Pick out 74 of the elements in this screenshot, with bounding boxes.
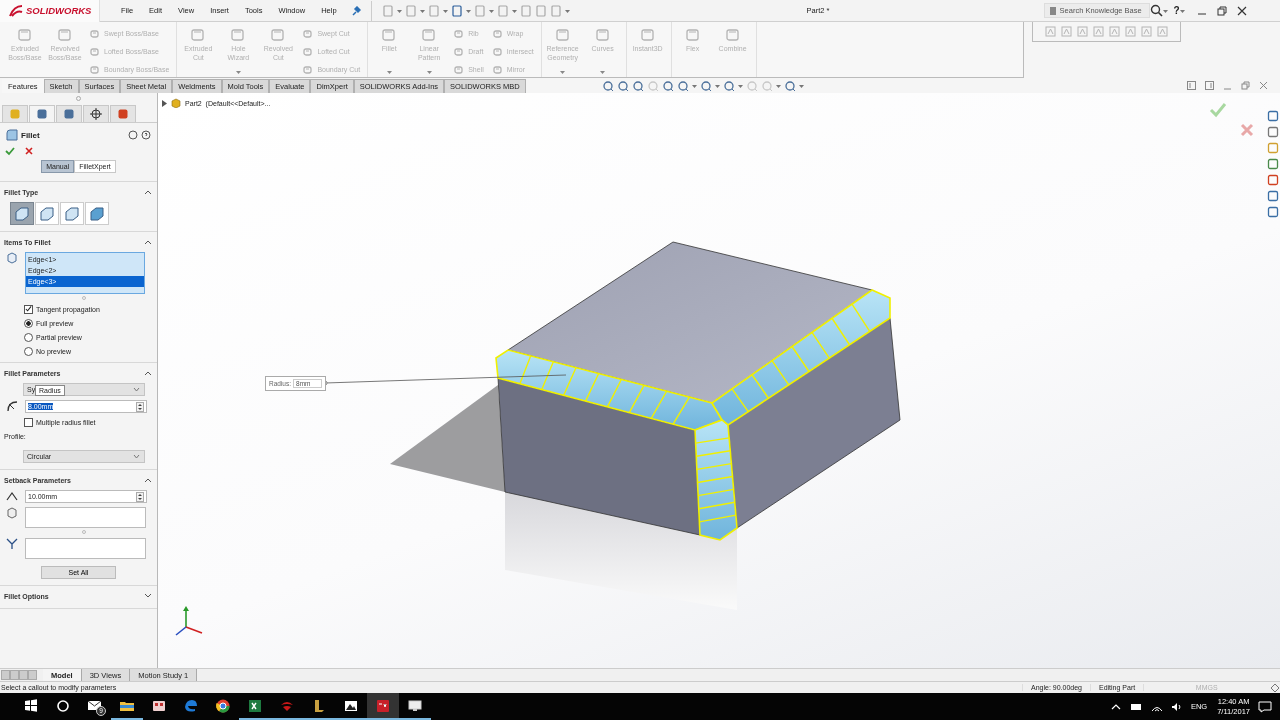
command-icon	[453, 45, 466, 58]
command-icon	[302, 45, 315, 58]
radius-icon	[6, 400, 18, 412]
command-icon	[724, 27, 741, 43]
fillet-type-icon	[14, 205, 30, 222]
spinner-icon[interactable]	[136, 491, 144, 502]
help-button[interactable]: ?	[1173, 5, 1180, 16]
checkbox[interactable]	[24, 417, 33, 427]
vertex-icon	[6, 507, 18, 519]
radio-button[interactable]	[24, 318, 33, 328]
fillet-type-icon	[64, 205, 80, 222]
command-icon	[57, 27, 73, 43]
command-icon	[190, 27, 207, 43]
part-model-drawing[interactable]	[390, 241, 901, 610]
ds-logo-icon	[8, 3, 24, 18]
expand-arrow-icon[interactable]	[162, 99, 167, 107]
command-icon	[684, 27, 701, 43]
edge-icon	[6, 252, 18, 264]
checkbox[interactable]	[24, 304, 33, 314]
book-icon	[1048, 5, 1057, 16]
app-logo: SOLIDWORKS	[26, 5, 92, 16]
fillet-type-icon	[89, 205, 105, 222]
command-icon	[491, 27, 504, 40]
fillet-type-button[interactable]	[10, 202, 34, 225]
panel-title: Fillet	[21, 130, 40, 140]
command-icon	[89, 45, 101, 58]
branch-icon	[6, 538, 18, 550]
zoom-to-fit-icon[interactable]	[601, 79, 614, 92]
radio-button[interactable]	[24, 346, 33, 356]
crosshair-icon[interactable]	[90, 108, 102, 120]
windows-icon	[22, 696, 40, 715]
command-icon	[17, 27, 33, 43]
fillet-icon	[6, 129, 18, 141]
pin-icon[interactable]	[350, 5, 361, 16]
battery-icon[interactable]	[1128, 701, 1143, 712]
fillet-type-button[interactable]	[85, 202, 109, 225]
collapse-icon[interactable]	[144, 239, 152, 245]
command-icon	[230, 27, 247, 43]
search-icon[interactable]	[1149, 4, 1163, 17]
caret-icon	[133, 387, 140, 392]
command-icon	[89, 27, 101, 40]
part-icon[interactable]	[171, 98, 181, 108]
close-icon[interactable]	[1236, 5, 1247, 16]
command-icon	[421, 27, 438, 43]
command-icon	[270, 27, 287, 43]
spinner-icon[interactable]	[136, 401, 144, 412]
expand-icon[interactable]	[144, 593, 152, 599]
taskbar-app[interactable]	[367, 693, 399, 720]
tile-left-icon[interactable]	[1187, 81, 1196, 90]
tile-right-icon[interactable]	[1205, 81, 1214, 90]
command-icon	[491, 45, 504, 58]
notifications-icon[interactable]	[1258, 700, 1272, 713]
command-icon	[302, 27, 315, 40]
command-icon	[381, 27, 398, 43]
ok-icon[interactable]	[5, 146, 15, 156]
speaker-icon[interactable]	[1170, 701, 1183, 712]
collapse-icon[interactable]	[144, 370, 152, 376]
fillet-type-icon	[39, 205, 55, 222]
radio-button[interactable]	[24, 332, 33, 342]
command-icon	[453, 27, 466, 40]
distance-icon	[6, 490, 18, 502]
restore-icon[interactable]	[1216, 5, 1227, 16]
command-icon	[554, 27, 571, 43]
caret-icon	[133, 454, 140, 459]
collapse-icon[interactable]	[144, 189, 152, 195]
fillet-type-button[interactable]	[60, 202, 84, 225]
help-icon[interactable]	[141, 130, 151, 140]
command-icon	[594, 27, 611, 43]
command-icon	[639, 27, 656, 43]
restore-icon[interactable]	[1241, 81, 1250, 90]
fillet-type-button[interactable]	[35, 202, 59, 225]
collapse-icon[interactable]	[144, 477, 152, 483]
zoom-area-icon[interactable]	[616, 79, 629, 92]
cancel-icon[interactable]	[24, 146, 34, 156]
